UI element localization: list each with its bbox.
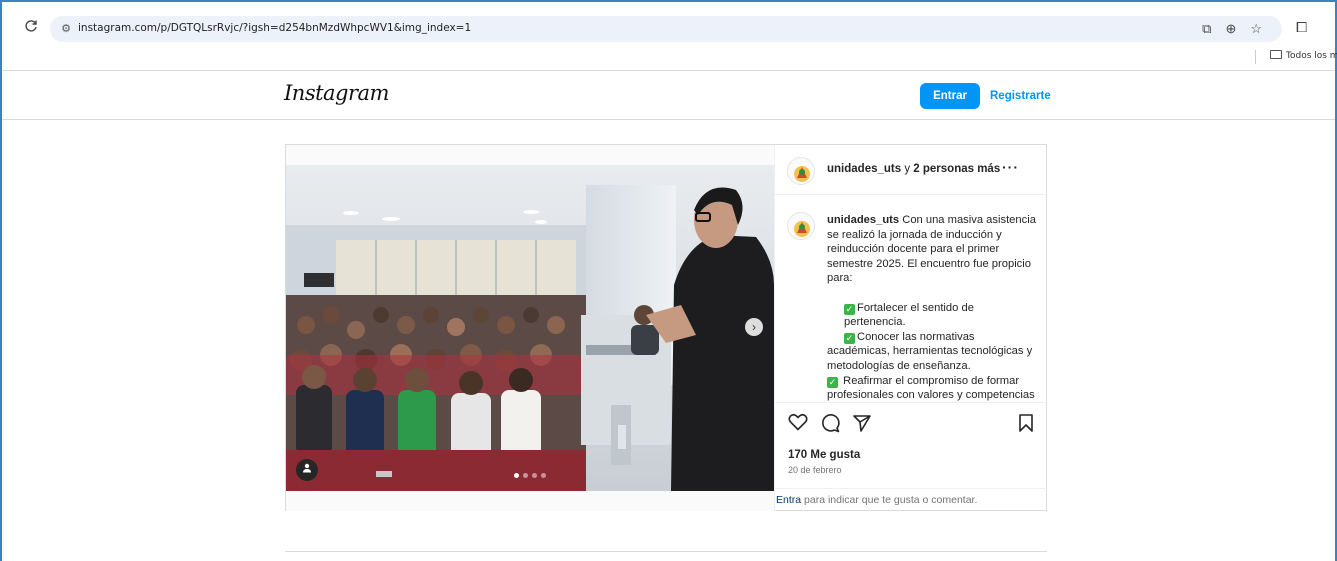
address-bar[interactable]: ⚙ instagram.com/p/DGTQLsrRvjc/?igsh=d254… — [50, 16, 1282, 42]
post-sidebar: unidades_uts y 2 personas más ··· unidad… — [774, 145, 1048, 511]
coauthors-link[interactable]: 2 personas más — [913, 163, 1000, 175]
caption-avatar[interactable] — [787, 212, 815, 240]
bookmark-folder[interactable]: Todos los m — [1270, 50, 1337, 61]
carousel-dot[interactable] — [514, 473, 519, 478]
bookmark-star-icon[interactable]: ☆ — [1250, 20, 1262, 38]
login-button[interactable]: Entrar — [920, 83, 980, 109]
like-icon[interactable] — [788, 413, 808, 435]
bookmarks-separator — [1255, 50, 1256, 64]
instagram-header: Instagram Entrar Registrarte — [2, 70, 1335, 120]
post-photo — [286, 165, 774, 491]
author-avatar[interactable] — [787, 157, 815, 185]
caption-item-1: Fortalecer el sentido de pertenencia. — [844, 301, 974, 329]
author-line: unidades_uts y 2 personas más — [827, 163, 1001, 175]
site-info-icon[interactable]: ⚙ — [58, 21, 74, 37]
comment-icon[interactable] — [820, 413, 840, 437]
more-options-button[interactable]: ··· — [1002, 159, 1019, 175]
check-icon: ✓ — [844, 303, 855, 315]
browser-toolbar: ⚙ instagram.com/p/DGTQLsrRvjc/?igsh=d254… — [2, 2, 1335, 50]
url-text: instagram.com/p/DGTQLsrRvjc/?igsh=d254bn… — [78, 22, 472, 34]
install-app-icon[interactable]: ⧉ — [1202, 20, 1211, 38]
section-divider — [285, 551, 1047, 552]
post-caption: unidades_uts Con una masiva asistencia s… — [827, 213, 1037, 402]
carousel-dot[interactable] — [541, 473, 546, 478]
save-icon[interactable] — [1018, 413, 1034, 437]
check-icon: ✓ — [827, 376, 838, 388]
carousel-next-button[interactable]: › — [745, 318, 763, 336]
check-icon: ✓ — [844, 332, 855, 344]
instagram-logo[interactable]: Instagram — [284, 81, 389, 105]
carousel-dot[interactable] — [532, 473, 537, 478]
reload-icon[interactable] — [24, 19, 40, 35]
bookmarks-bar: Todos los m — [2, 46, 1337, 68]
caption-item-2: Conocer las normativas académicas, herra… — [827, 330, 1033, 372]
login-hint-link[interactable]: Entra — [776, 494, 801, 506]
post-media: › — [286, 145, 774, 511]
caption-area: unidades_uts Con una masiva asistencia s… — [775, 196, 1048, 402]
author-username[interactable]: unidades_uts — [827, 163, 901, 175]
extensions-icon[interactable]: ⧠ — [1296, 19, 1307, 36]
likes-count[interactable]: 170 Me gusta — [788, 449, 860, 461]
carousel-dot[interactable] — [523, 473, 528, 478]
post-card: › unidades_uts y 2 personas más ··· unid… — [285, 144, 1048, 511]
post-date[interactable]: 20 de febrero — [788, 465, 842, 475]
caption-item-3: Reafirmar el compromiso de formar profes… — [827, 374, 1035, 402]
signup-link[interactable]: Registrarte — [990, 83, 1051, 109]
carousel-indicator — [514, 473, 546, 478]
folder-icon — [1270, 50, 1282, 59]
login-hint: Entra para indicar que te gusta o coment… — [775, 488, 1048, 511]
post-actions: 170 Me gusta 20 de febrero — [775, 402, 1048, 488]
caption-username[interactable]: unidades_uts — [827, 214, 899, 226]
tagged-users-icon[interactable] — [296, 459, 318, 481]
post-author-header: unidades_uts y 2 personas más ··· — [775, 145, 1048, 195]
zoom-icon[interactable]: ⊕ — [1225, 20, 1236, 38]
share-icon[interactable] — [852, 413, 872, 437]
